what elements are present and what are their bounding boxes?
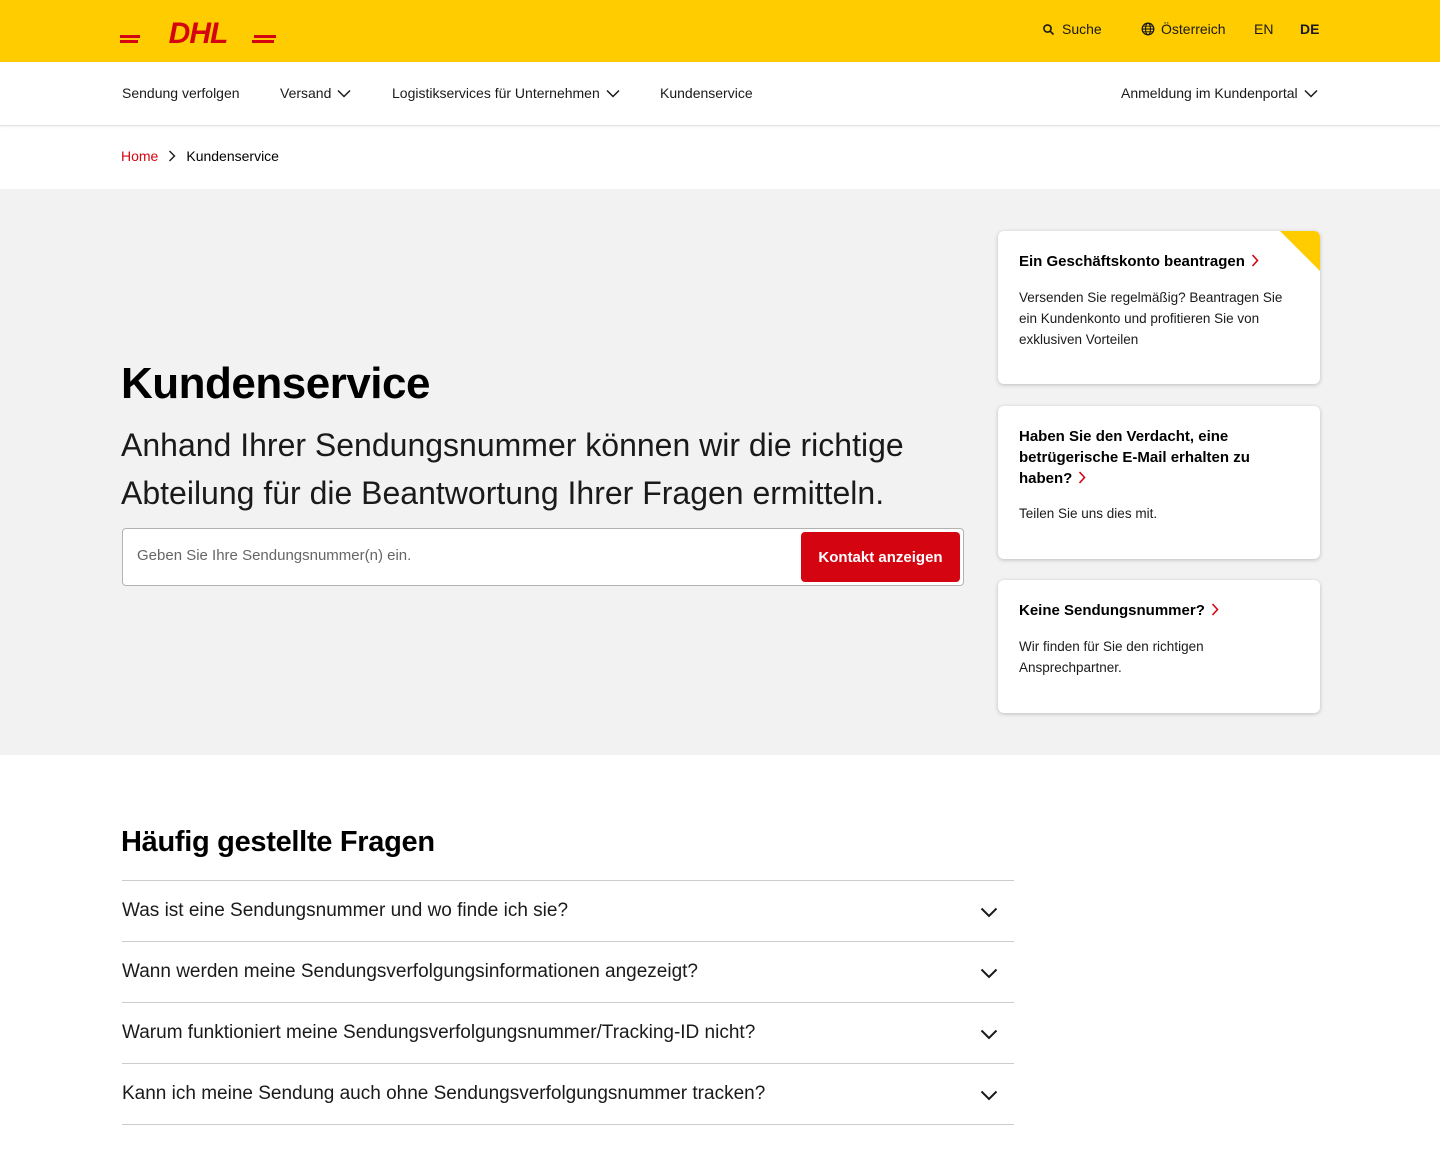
chevron-down-icon (980, 1090, 998, 1101)
chevron-down-icon (337, 89, 351, 98)
globe-icon (1141, 22, 1155, 36)
chevron-right-icon (1211, 603, 1219, 616)
tracking-search-form: Kontakt anzeigen (122, 528, 964, 586)
country-selector[interactable]: Österreich (1141, 21, 1226, 37)
card-title-text: Keine Sendungsnummer? (1019, 602, 1205, 619)
chevron-down-icon (980, 968, 998, 979)
card-text: Wir finden für Sie den richtigen Ansprec… (1019, 639, 1204, 675)
breadcrumb-home-link[interactable]: Home (121, 148, 158, 164)
chevron-down-icon (980, 1029, 998, 1040)
card-title: Ein Geschäftskonto beantragen (1019, 251, 1289, 272)
breadcrumb: Home Kundenservice (121, 148, 279, 164)
faq-question: Wann werden meine Sendungsverfolgungsinf… (122, 961, 699, 982)
nav-item-label: Sendung verfolgen (122, 85, 240, 101)
language-de[interactable]: DE (1300, 21, 1319, 37)
svg-text:DHL: DHL (169, 17, 228, 48)
hero-section: Kundenservice Anhand Ihrer Sendungsnumme… (0, 189, 1440, 755)
chevron-down-icon (1304, 89, 1318, 98)
chevron-down-icon (606, 89, 620, 98)
search-label: Suche (1062, 21, 1102, 37)
country-label: Österreich (1161, 21, 1226, 37)
card-title-text: Ein Geschäftskonto beantragen (1019, 253, 1245, 270)
nav-item-logistikservices[interactable]: Logistikservices für Unternehmen (392, 85, 620, 101)
card-no-tracking-number[interactable]: Keine Sendungsnummer? Wir finden für Sie… (998, 580, 1320, 713)
faq-question: Was ist eine Sendungsnummer und wo finde… (122, 900, 569, 921)
top-header: DHL Suche Österreich EN DE (0, 0, 1440, 62)
card-phishing-report[interactable]: Haben Sie den Verdacht, eine betrügerisc… (998, 406, 1320, 559)
tracking-number-input[interactable] (137, 547, 777, 564)
customer-portal-login[interactable]: Anmeldung im Kundenportal (1121, 85, 1318, 101)
dhl-logo[interactable]: DHL (120, 16, 276, 48)
card-title: Keine Sendungsnummer? (1019, 600, 1289, 621)
nav-item-label: Kundenservice (660, 85, 753, 101)
nav-item-label: Logistikservices für Unternehmen (392, 85, 600, 101)
card-text: Teilen Sie uns dies mit. (1019, 506, 1158, 521)
card-text: Versenden Sie regelmäßig? Beantragen Sie… (1019, 290, 1283, 347)
chevron-right-icon (1079, 471, 1086, 484)
faq-item[interactable]: Was ist eine Sendungsnummer und wo finde… (122, 881, 1014, 942)
nav-item-kundenservice[interactable]: Kundenservice (660, 85, 753, 101)
nav-item-versand[interactable]: Versand (280, 85, 351, 101)
faq-item[interactable]: Warum funktioniert meine Sendungsverfolg… (122, 1003, 1014, 1064)
card-business-account[interactable]: Ein Geschäftskonto beantragen Versenden … (998, 231, 1320, 384)
show-contact-button[interactable]: Kontakt anzeigen (801, 532, 960, 582)
faq-accordion: Was ist eine Sendungsnummer und wo finde… (122, 880, 1014, 1125)
card-title: Haben Sie den Verdacht, eine betrügerisc… (1019, 426, 1289, 489)
faq-title: Häufig gestellte Fragen (121, 826, 435, 858)
card-title-text: Haben Sie den Verdacht, eine betrügerisc… (1019, 428, 1250, 487)
faq-question: Warum funktioniert meine Sendungsverfolg… (122, 1022, 756, 1043)
nav-item-label: Versand (280, 85, 332, 101)
nav-item-sendung-verfolgen[interactable]: Sendung verfolgen (122, 85, 240, 101)
chevron-right-icon (1251, 254, 1259, 267)
breadcrumb-current: Kundenservice (186, 148, 279, 164)
main-navigation: Sendung verfolgen Versand Logistikservic… (0, 62, 1440, 126)
search-link[interactable]: Suche (1042, 21, 1102, 37)
hero-subtitle: Anhand Ihrer Sendungsnummer können wir d… (121, 427, 904, 511)
chevron-right-icon (169, 150, 176, 162)
language-en-label: EN (1254, 21, 1274, 37)
faq-item[interactable]: Wann werden meine Sendungsverfolgungsinf… (122, 942, 1014, 1003)
language-en[interactable]: EN (1254, 21, 1273, 37)
language-de-label: DE (1300, 21, 1320, 37)
faq-item[interactable]: Kann ich meine Sendung auch ohne Sendung… (122, 1064, 1014, 1125)
faq-question: Kann ich meine Sendung auch ohne Sendung… (122, 1083, 766, 1104)
search-icon (1043, 24, 1055, 36)
chevron-down-icon (980, 907, 998, 918)
page-title: Kundenservice (121, 359, 430, 408)
customer-portal-label: Anmeldung im Kundenportal (1121, 85, 1298, 101)
